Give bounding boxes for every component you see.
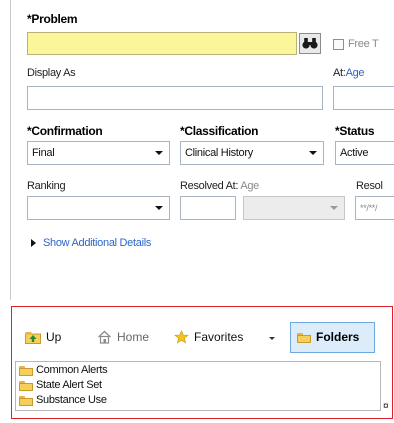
resolved-date-label: Resol — [356, 180, 383, 192]
folder-icon — [19, 395, 33, 406]
chevron-down-icon — [155, 151, 163, 155]
resize-grip-icon[interactable]: ¤ — [383, 402, 389, 412]
favorites-button[interactable]: Favorites — [174, 330, 243, 344]
expand-triangle-icon[interactable] — [31, 239, 36, 247]
folder-list: Common Alerts State Alert Set Substance … — [15, 361, 381, 411]
at-age-label: At:Age — [333, 67, 365, 79]
chevron-down-icon — [330, 206, 338, 210]
classification-label: *Classification — [180, 124, 259, 138]
resolved-age-unit-select[interactable] — [243, 196, 345, 220]
favorites-label: Favorites — [194, 330, 244, 344]
free-text-checkbox[interactable] — [333, 39, 344, 50]
display-as-label: Display As — [27, 67, 76, 79]
up-button[interactable]: Up — [25, 330, 61, 344]
problem-search-button[interactable] — [299, 33, 321, 54]
folders-label: Folders — [316, 330, 360, 344]
resolved-age-input[interactable] — [180, 196, 236, 220]
free-text-label: Free T — [348, 38, 379, 50]
folder-icon — [19, 380, 33, 391]
folder-name: State Alert Set — [36, 379, 102, 391]
resolved-date-input[interactable]: **/**/ — [355, 196, 394, 220]
home-icon — [98, 330, 111, 344]
problem-label: *Problem — [27, 12, 78, 26]
binoculars-icon — [302, 38, 318, 49]
show-additional-details-link[interactable]: Show Additional Details — [43, 237, 151, 249]
ranking-select[interactable] — [27, 196, 170, 220]
folder-name: Common Alerts — [36, 364, 108, 376]
status-select[interactable]: Active — [335, 141, 394, 165]
favorites-dropdown-icon[interactable] — [269, 337, 275, 340]
folder-name: Substance Use — [36, 394, 107, 406]
list-item[interactable]: Substance Use — [19, 394, 107, 406]
up-label: Up — [46, 330, 62, 344]
list-item[interactable]: Common Alerts — [19, 364, 108, 376]
folder-up-icon — [25, 331, 41, 344]
chevron-down-icon — [155, 206, 163, 210]
ranking-label: Ranking — [27, 180, 66, 192]
star-icon — [174, 330, 189, 344]
confirmation-label: *Confirmation — [27, 124, 103, 138]
classification-select[interactable]: Clinical History — [180, 141, 324, 165]
home-button[interactable]: Home — [97, 330, 149, 344]
left-divider — [10, 0, 11, 300]
chevron-down-icon — [309, 151, 317, 155]
folders-button-content: Folders — [297, 330, 359, 344]
confirmation-select[interactable]: Final — [27, 141, 170, 165]
folder-icon — [19, 365, 33, 376]
resolved-at-label: Resolved At: Age — [180, 180, 259, 192]
resolved-age-text: Age — [240, 180, 260, 192]
status-label: *Status — [335, 124, 375, 138]
folder-icon — [297, 332, 311, 343]
at-label: At: — [333, 67, 346, 79]
list-item[interactable]: State Alert Set — [19, 379, 102, 391]
problem-input[interactable] — [27, 32, 297, 55]
at-age-link[interactable]: Age — [346, 67, 365, 79]
display-as-input[interactable] — [27, 86, 323, 110]
resolved-at-text: Resolved At: — [180, 180, 239, 192]
home-label: Home — [117, 330, 150, 344]
onset-age-input[interactable] — [333, 86, 394, 110]
